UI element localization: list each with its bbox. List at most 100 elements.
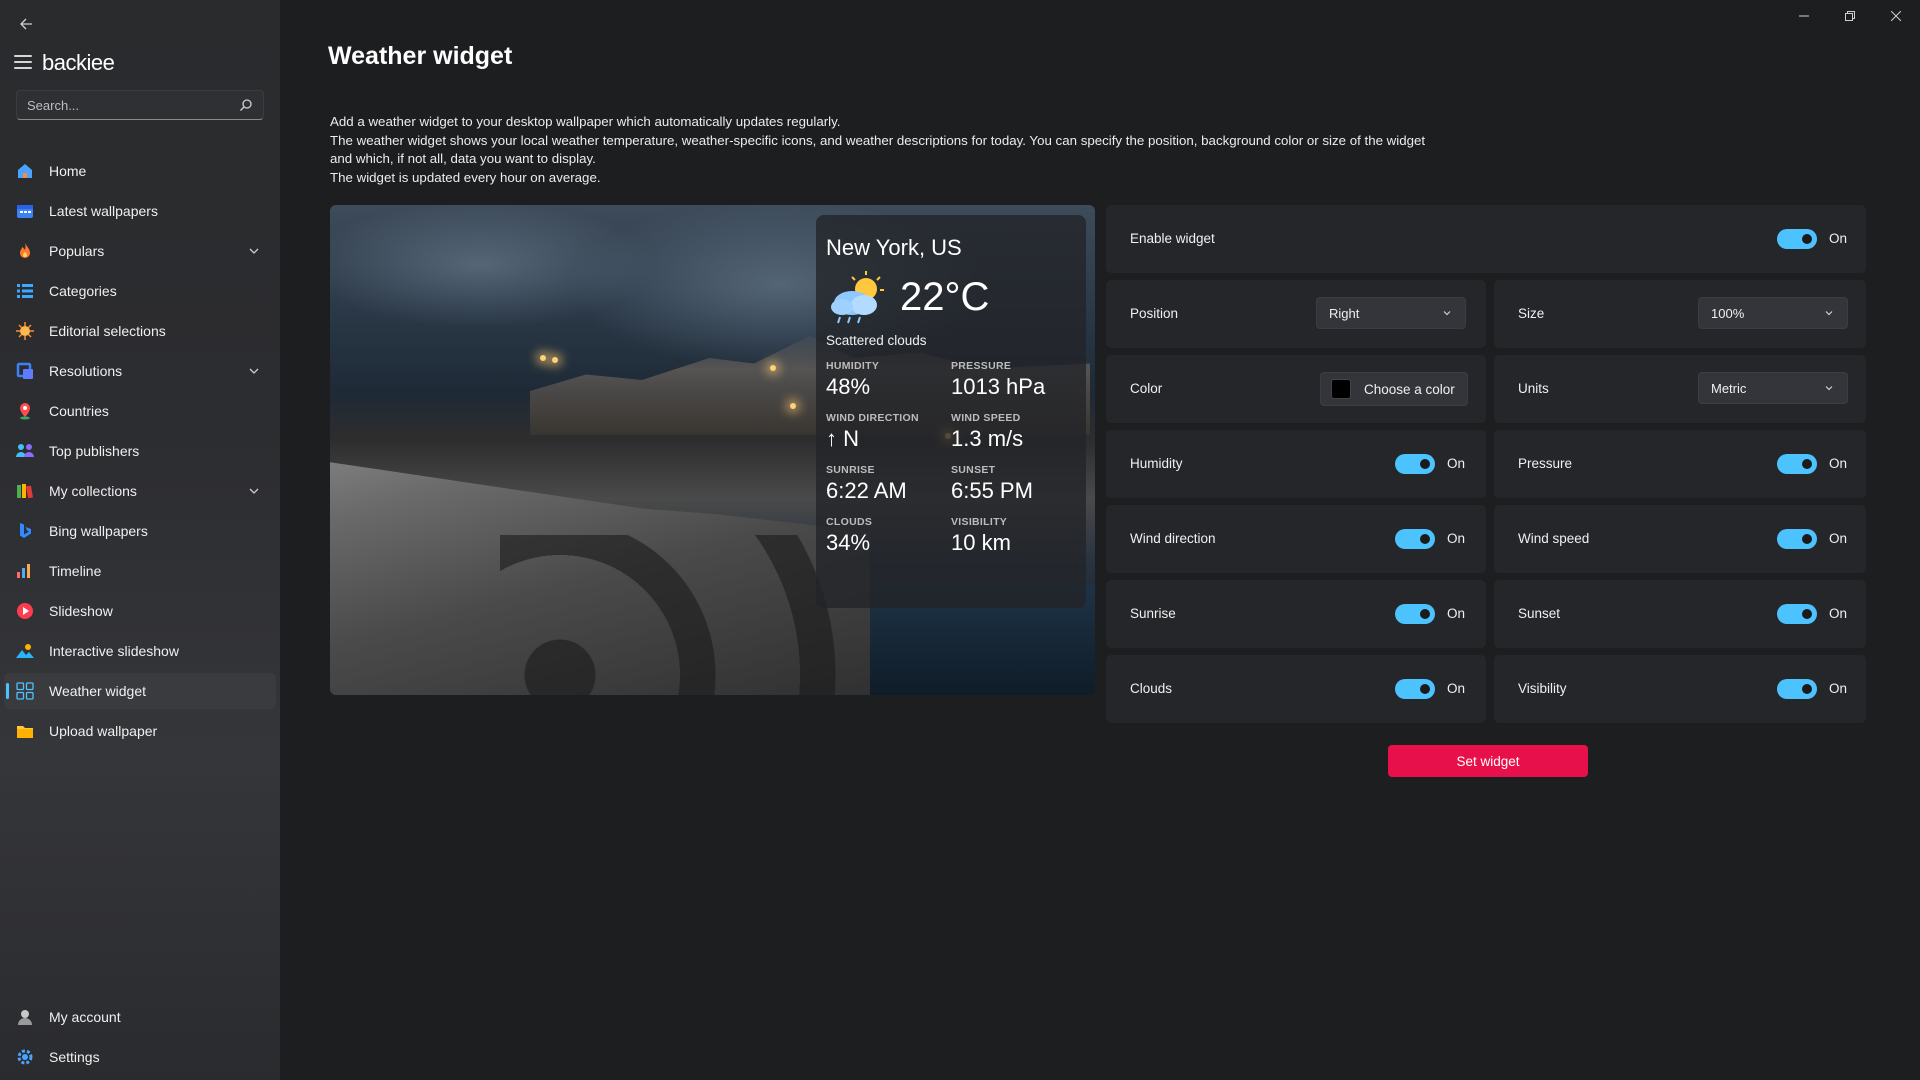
setting-label: Sunrise <box>1130 606 1176 621</box>
sidebar-item-my-collections[interactable]: My collections <box>4 473 276 509</box>
chevron-down-icon <box>1825 386 1833 391</box>
widget-grid-icon <box>16 682 34 700</box>
sidebar-item-label: Interactive slideshow <box>49 643 179 659</box>
setting-visibility: Visibility On <box>1494 655 1866 723</box>
wind-speed-toggle[interactable] <box>1777 529 1817 549</box>
sidebar-item-countries[interactable]: Countries <box>4 393 276 429</box>
pressure-toggle[interactable] <box>1777 454 1817 474</box>
toggle-state: On <box>1829 681 1848 696</box>
setting-pressure: Pressure On <box>1494 430 1866 498</box>
wind-direction-toggle[interactable] <box>1395 529 1435 549</box>
sidebar-item-weather-widget[interactable]: Weather widget <box>4 673 276 709</box>
setting-label: Visibility <box>1518 681 1567 696</box>
page-title: Weather widget <box>328 42 513 70</box>
hamburger-menu-icon[interactable] <box>14 55 32 69</box>
sidebar-item-editorial-selections[interactable]: Editorial selections <box>4 313 276 349</box>
size-dropdown[interactable]: 100% <box>1698 297 1848 329</box>
sidebar-item-my-account[interactable]: My account <box>4 999 276 1035</box>
button-label: Choose a color <box>1364 381 1455 397</box>
list-icon <box>16 282 34 300</box>
sidebar-item-home[interactable]: Home <box>4 153 276 189</box>
sidebar-item-label: Slideshow <box>49 603 113 619</box>
gear-icon <box>16 1048 34 1066</box>
units-dropdown[interactable]: Metric <box>1698 372 1848 404</box>
sidebar-item-resolutions[interactable]: Resolutions <box>4 353 276 389</box>
sidebar-item-latest-wallpapers[interactable]: Latest wallpapers <box>4 193 276 229</box>
weather-stats: HUMIDITY 48% PRESSURE 1013 hPa WIND DIRECT… <box>826 360 1076 556</box>
bing-icon <box>16 522 34 540</box>
description-line: The weather widget shows your local weat… <box>330 132 1426 167</box>
sidebar-item-top-publishers[interactable]: Top publishers <box>4 433 276 469</box>
chevron-down-icon[interactable] <box>246 243 262 259</box>
position-dropdown[interactable]: Right <box>1316 297 1466 329</box>
setting-label: Pressure <box>1518 456 1573 471</box>
sidebar-item-categories[interactable]: Categories <box>4 273 276 309</box>
toggle-state: On <box>1829 231 1848 246</box>
chevron-down-icon[interactable] <box>246 363 262 379</box>
page-description: Add a weather widget to your desktop wal… <box>330 113 1430 187</box>
calendar-icon <box>16 202 34 220</box>
folder-upload-icon <box>16 722 34 740</box>
sidebar-item-label: Home <box>49 163 87 179</box>
weather-main: 22°C <box>826 269 1076 325</box>
humidity-toggle[interactable] <box>1395 454 1435 474</box>
search-input[interactable] <box>27 97 239 113</box>
setting-wind-speed: Wind speed On <box>1494 505 1866 573</box>
street-lamp <box>770 365 776 371</box>
app-logo: backiee <box>42 50 115 75</box>
description-line: The widget is updated every hour on aver… <box>330 169 601 185</box>
sidebar-item-interactive-slideshow[interactable]: Interactive slideshow <box>4 633 276 669</box>
sidebar-item-label: Weather widget <box>49 683 147 699</box>
toggle-state: On <box>1447 606 1466 621</box>
sidebar-item-label: Settings <box>49 1049 100 1065</box>
sidebar-item-timeline[interactable]: Timeline <box>4 553 276 589</box>
setting-label: Wind speed <box>1518 531 1590 546</box>
sidebar-item-settings[interactable]: Settings <box>4 1039 276 1075</box>
app-window: backiee Home Latest wallpapers Populars … <box>0 0 1920 1080</box>
sidebar-item-label: Populars <box>49 243 105 259</box>
dropdown-value: 100% <box>1711 305 1745 321</box>
map-pin-icon <box>16 402 34 420</box>
back-button[interactable] <box>12 12 40 36</box>
street-lamp <box>540 355 546 361</box>
color-swatch <box>1331 379 1351 399</box>
landscape-icon <box>16 642 34 660</box>
setting-label: Position <box>1130 306 1179 321</box>
set-widget-button[interactable]: Set widget <box>1388 745 1588 777</box>
dropdown-value: Right <box>1329 305 1360 321</box>
sunrise-toggle[interactable] <box>1395 604 1435 624</box>
visibility-toggle[interactable] <box>1777 679 1817 699</box>
books-icon <box>16 482 34 500</box>
clouds-toggle[interactable] <box>1395 679 1435 699</box>
sidebar-item-populars[interactable]: Populars <box>4 233 276 269</box>
chevron-down-icon[interactable] <box>246 483 262 499</box>
sidebar-item-label: My collections <box>49 483 137 499</box>
sidebar-item-upload-wallpaper[interactable]: Upload wallpaper <box>4 713 276 749</box>
sunset-toggle[interactable] <box>1777 604 1817 624</box>
partly-cloudy-rain-icon <box>831 271 884 324</box>
sidebar-item-slideshow[interactable]: Slideshow <box>4 593 276 629</box>
sparkle-icon <box>16 322 34 340</box>
search-icon[interactable] <box>239 98 253 112</box>
flame-icon <box>16 242 34 260</box>
play-icon <box>16 602 34 620</box>
bar-chart-icon <box>16 562 34 580</box>
stat-visibility: VISIBILITY 10 km <box>951 516 1011 555</box>
stat-wind-direction: WIND DIRECTION ↑ N <box>826 412 919 451</box>
chevron-down-icon <box>1443 311 1451 316</box>
sidebar-item-bing-wallpapers[interactable]: Bing wallpapers <box>4 513 276 549</box>
dropdown-value: Metric <box>1711 380 1747 396</box>
weather-city: New York, US <box>826 235 962 260</box>
setting-label: Wind direction <box>1130 531 1216 546</box>
setting-color: Color Choose a color <box>1106 355 1486 423</box>
setting-label: Humidity <box>1130 456 1183 471</box>
search-box[interactable] <box>16 90 264 120</box>
enable-widget-toggle[interactable] <box>1777 229 1817 249</box>
sidebar: backiee Home Latest wallpapers Populars … <box>0 0 280 1080</box>
sidebar-item-label: Top publishers <box>49 443 140 459</box>
setting-size: Size 100% <box>1494 280 1866 348</box>
back-arrow-icon <box>20 18 32 30</box>
choose-color-button[interactable]: Choose a color <box>1320 372 1468 406</box>
home-icon <box>16 162 34 180</box>
sidebar-item-label: Categories <box>49 283 117 299</box>
